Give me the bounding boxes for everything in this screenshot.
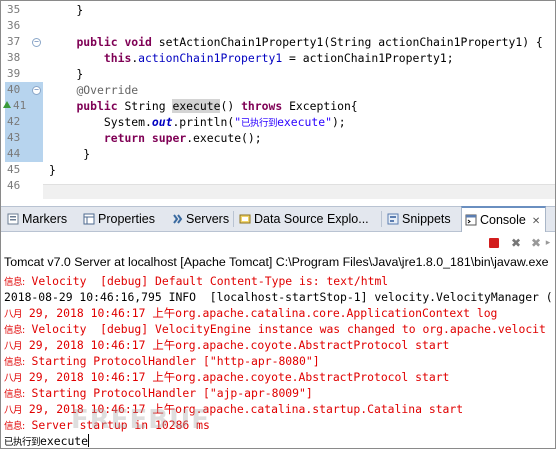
code-line: public String execute() throws Exception… <box>76 99 358 113</box>
console-line: 2018-08-29 10:46:16,795 INFO [localhost-… <box>4 289 555 305</box>
line-text: Starting ProtocolHandler ["http-apr-8080… <box>24 354 320 368</box>
line-text: 29, 2018 10:46:17 上午org.apache.coyote.Ab… <box>22 338 450 352</box>
line-number: 37 − <box>5 34 43 50</box>
terminate-icon[interactable] <box>489 238 499 248</box>
code-line: } <box>49 163 56 177</box>
close-tab-icon[interactable]: ✕ <box>532 216 540 227</box>
remove-all-terminated-icon[interactable]: ✖ <box>530 237 542 249</box>
console-line: 八月 29, 2018 10:46:17 上午org.apache.coyote… <box>4 337 555 353</box>
properties-icon <box>83 213 95 225</box>
code-text-area[interactable]: } public void setActionChain1Property1(S… <box>49 1 555 199</box>
code-line: public void setActionChain1Property1(Str… <box>76 35 543 49</box>
line-prefix: 八月 <box>4 309 23 320</box>
line-prefix: 信息: <box>4 421 25 432</box>
code-line: } <box>49 3 84 17</box>
text-cursor <box>88 434 90 447</box>
console-process-label: Tomcat v7.0 Server at localhost [Apache … <box>4 255 549 269</box>
line-prefix: 八月 <box>4 373 23 384</box>
tab-label: Properties <box>98 212 155 226</box>
line-number: 44 <box>5 146 43 162</box>
remove-launch-icon[interactable]: ✖ <box>510 237 522 249</box>
tab-separator <box>233 211 234 227</box>
line-number: 42 <box>5 114 43 130</box>
tab-data-source-explorer[interactable]: Data Source Explo... <box>239 207 369 231</box>
line-prefix: 八月 <box>4 405 23 416</box>
tab-label: Servers <box>186 212 230 226</box>
line-number: 46 <box>7 179 21 192</box>
line-text: 2018-08-29 10:46:16,795 INFO [localhost-… <box>4 290 553 304</box>
markers-icon <box>7 213 19 225</box>
console-line: 已执行到execute <box>4 433 555 448</box>
tab-console[interactable]: Console ✕ <box>461 206 547 233</box>
tab-label: Console <box>480 213 526 227</box>
code-line: return super.execute(); <box>103 131 262 145</box>
console-line: 信息: Velocity [debug] Default Content-Typ… <box>4 273 555 289</box>
line-number: 41 <box>3 98 43 114</box>
tab-label: Markers <box>22 212 68 226</box>
line-prefix: 信息: <box>4 277 25 288</box>
tab-properties[interactable]: Properties <box>83 207 155 231</box>
line-text: Velocity [debug] Default Content-Type is… <box>24 274 389 288</box>
line-number: 43 <box>5 130 43 146</box>
watermark-logo: FREEBUF <box>71 405 210 435</box>
line-text: execute <box>40 434 89 448</box>
tab-markers[interactable]: Markers <box>7 207 67 231</box>
line-prefix: 八月 <box>4 341 23 352</box>
console-toolbar: ✖ ✖ ▸ <box>1 232 555 254</box>
tab-label: Data Source Explo... <box>254 212 369 226</box>
line-number: 35 <box>7 3 21 16</box>
code-line: System.out.println("已执行到execute"); <box>49 115 346 129</box>
console-line: 信息: Starting ProtocolHandler ["ajp-apr-8… <box>4 385 555 401</box>
line-text: 29, 2018 10:46:17 上午org.apache.coyote.Ab… <box>22 370 450 384</box>
view-tab-bar: Markers Properties Servers Data Source E… <box>1 206 555 233</box>
console-line: 信息: Velocity [debug] VelocityEngine inst… <box>4 321 555 337</box>
tab-separator <box>381 211 382 227</box>
line-number: 45 <box>7 163 21 176</box>
tab-label: Snippets <box>402 212 451 226</box>
line-prefix: 信息: <box>4 325 25 336</box>
code-editor[interactable]: 35 36 37 − 38 39 40 − 41 42 43 44 45 46 } … <box>1 1 555 199</box>
console-line: 八月 29, 2018 10:46:17 上午org.apache.catali… <box>4 305 555 321</box>
fold-collapse-icon[interactable]: − <box>32 38 41 47</box>
line-prefix: 信息: <box>4 389 25 400</box>
line-number: 38 <box>7 51 21 64</box>
code-line: this.actionChain1Property1 = actionChain… <box>103 51 454 65</box>
servers-icon <box>173 214 183 224</box>
line-number: 40 − <box>5 82 43 98</box>
tab-servers[interactable]: Servers <box>171 207 229 231</box>
line-number-text: 37 <box>7 35 21 48</box>
console-line: 八月 29, 2018 10:46:17 上午org.apache.coyote… <box>4 369 555 385</box>
line-number-text: 40 <box>7 83 21 96</box>
fold-collapse-icon[interactable]: − <box>32 86 41 95</box>
snippets-icon <box>387 213 399 225</box>
line-number: 39 <box>7 67 21 80</box>
editor-horizontal-scrollbar[interactable] <box>43 184 555 199</box>
line-prefix: 已执行到 <box>4 437 41 448</box>
override-marker-icon[interactable] <box>3 101 11 108</box>
line-prefix: 信息: <box>4 357 25 368</box>
line-number-gutter: 35 36 37 − 38 39 40 − 41 42 43 44 45 46 <box>3 1 43 199</box>
data-source-icon <box>239 214 251 224</box>
line-number: 36 <box>7 19 21 32</box>
line-text: Starting ProtocolHandler ["ajp-apr-8009"… <box>24 386 313 400</box>
console-line: 信息: Starting ProtocolHandler ["http-apr-… <box>4 353 555 369</box>
eclipse-window: 35 36 37 − 38 39 40 − 41 42 43 44 45 46 } … <box>0 0 556 449</box>
code-line: @Override <box>76 83 139 97</box>
line-text: 29, 2018 10:46:17 上午org.apache.catalina.… <box>22 306 498 320</box>
console-icon <box>465 214 477 226</box>
tab-snippets[interactable]: Snippets <box>387 207 451 231</box>
code-line: } <box>49 147 91 161</box>
code-line: } <box>49 67 84 81</box>
line-text: Velocity [debug] VelocityEngine instance… <box>24 322 546 336</box>
more-icon[interactable]: ▸ <box>542 237 554 249</box>
